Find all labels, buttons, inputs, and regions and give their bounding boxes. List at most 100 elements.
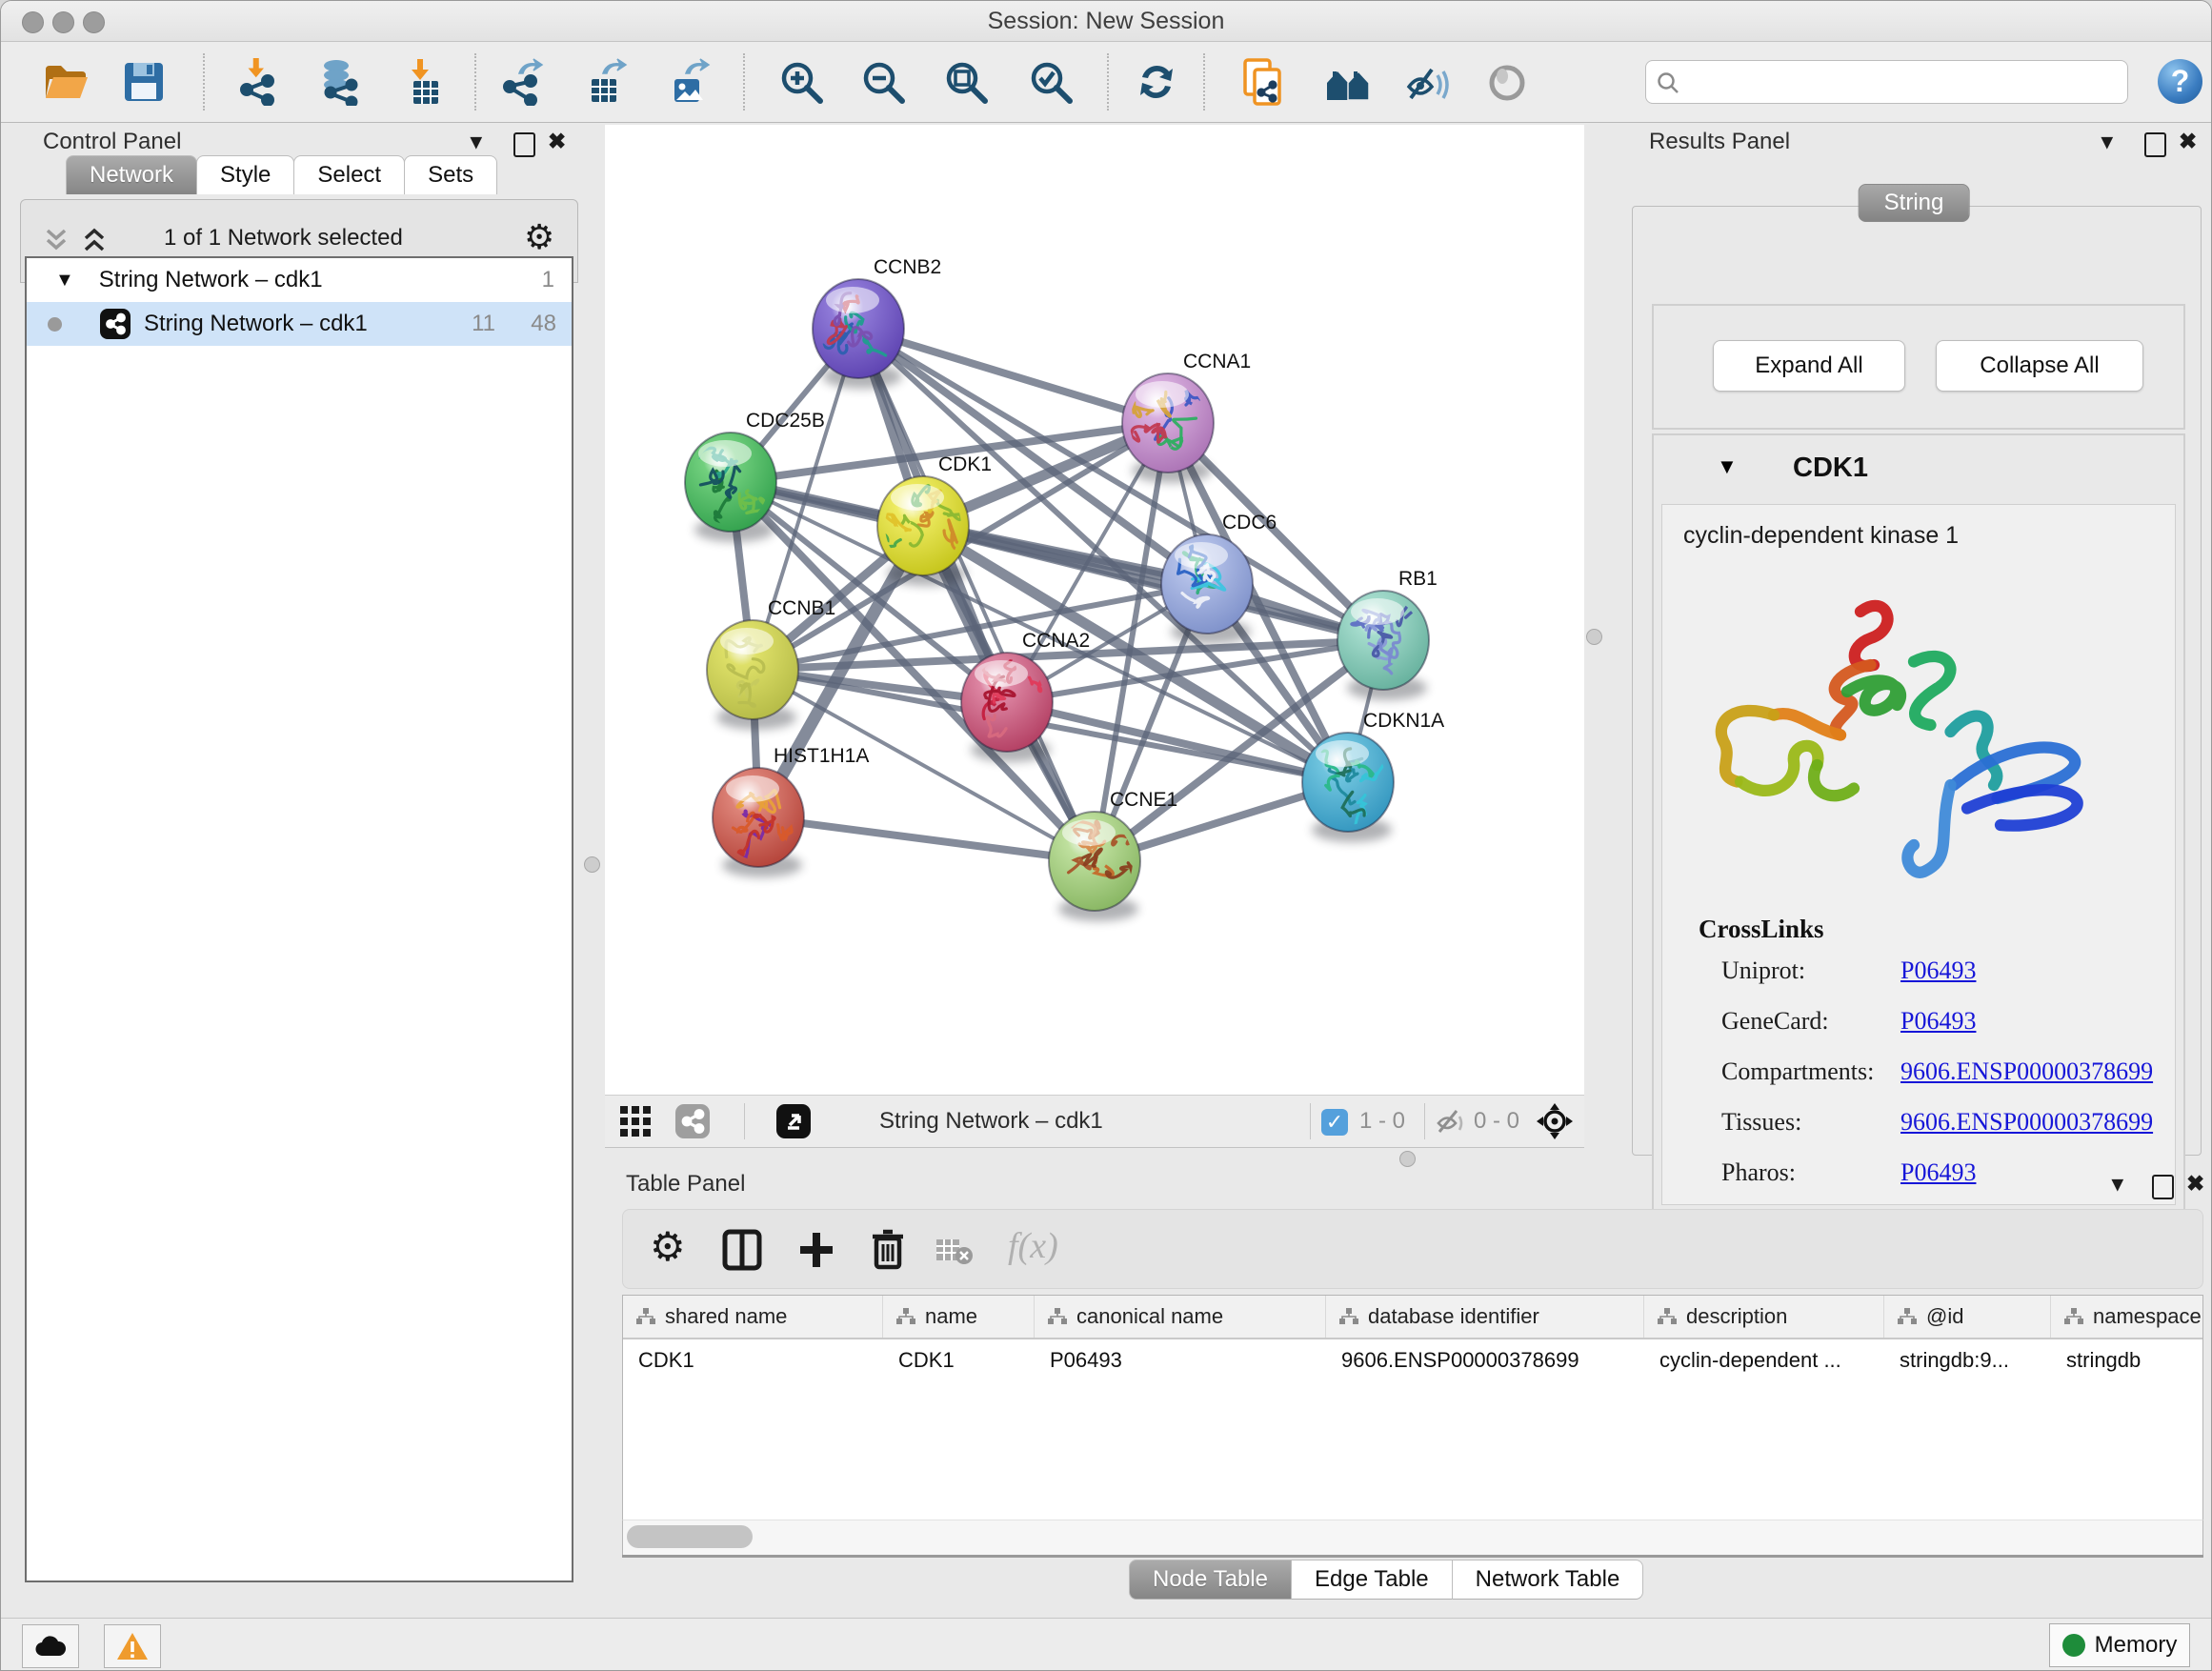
- table-settings-gear-icon[interactable]: ⚙: [650, 1223, 686, 1270]
- toolbar-separator: [743, 53, 745, 111]
- control-panel-float-icon[interactable]: ▾: [471, 129, 482, 154]
- first-neighbors-icon[interactable]: [1324, 58, 1372, 106]
- add-column-icon[interactable]: [796, 1229, 836, 1271]
- cell-namespace[interactable]: stringdb: [2051, 1339, 2203, 1381]
- collapse-all-button[interactable]: Collapse All: [1936, 340, 2143, 392]
- tab-style[interactable]: Style: [196, 155, 294, 194]
- toolbar-separator: [1107, 53, 1109, 111]
- results-panel-maximize-icon[interactable]: [2144, 132, 2166, 157]
- results-panel-float-icon[interactable]: ▾: [2101, 129, 2113, 154]
- refresh-view-icon[interactable]: [1133, 58, 1180, 106]
- expand-all-chevron-icon[interactable]: [80, 227, 109, 255]
- zoom-selected-icon[interactable]: [1027, 58, 1075, 106]
- crosslink-row: GeneCard:P06493: [1721, 1007, 2163, 1039]
- zoom-in-icon[interactable]: [777, 58, 825, 106]
- network-row[interactable]: String Network – cdk1 11 48: [27, 302, 572, 346]
- selection-status: 1 of 1 Network selected: [164, 225, 403, 252]
- network-node-RB1[interactable]: RB1: [1337, 568, 1438, 690]
- network-node-CCNB2[interactable]: CCNB2: [813, 256, 941, 378]
- help-icon[interactable]: ?: [2158, 59, 2202, 104]
- export-image-icon[interactable]: [667, 58, 714, 106]
- network-node-HIST1H1A[interactable]: HIST1H1A: [713, 745, 869, 867]
- table-horizontal-scrollbar[interactable]: [622, 1520, 2203, 1556]
- control-panel-maximize-icon[interactable]: [513, 132, 535, 157]
- column-header-sharedname[interactable]: shared name: [623, 1296, 883, 1338]
- network-node-CCNA1[interactable]: CCNA1: [1122, 351, 1251, 473]
- control-panel-tabs: NetworkStyleSelectSets: [66, 155, 496, 194]
- network-tree: ▼ String Network – cdk1 1 String Network…: [25, 256, 573, 1582]
- tab-string[interactable]: String: [1859, 184, 1970, 222]
- cell-canonicalname[interactable]: P06493: [1035, 1339, 1326, 1381]
- node-label: CCNA1: [1183, 351, 1251, 372]
- import-table-icon[interactable]: [402, 58, 450, 106]
- control-panel-close-icon[interactable]: ✖: [548, 129, 566, 154]
- table-panel-maximize-icon[interactable]: [2152, 1175, 2174, 1199]
- column-header-name[interactable]: name: [883, 1296, 1035, 1338]
- tab-node-table[interactable]: Node Table: [1129, 1560, 1292, 1600]
- birds-eye-icon[interactable]: [1535, 1101, 1575, 1141]
- column-header-databaseidentifier[interactable]: database identifier: [1326, 1296, 1644, 1338]
- results-panel-title: Results Panel: [1649, 129, 1790, 155]
- tab-select[interactable]: Select: [293, 155, 405, 194]
- delete-column-icon[interactable]: [869, 1227, 907, 1271]
- gene-description: cyclin-dependent kinase 1: [1683, 522, 1959, 550]
- network-collection-row[interactable]: ▼ String Network – cdk1 1: [27, 258, 572, 302]
- network-status-dot-icon: [48, 317, 62, 332]
- column-header-namespace[interactable]: namespace: [2051, 1296, 2203, 1338]
- zoom-fit-icon[interactable]: [942, 58, 990, 106]
- crosslink-link[interactable]: P06493: [1900, 956, 1976, 985]
- tab-sets[interactable]: Sets: [404, 155, 497, 194]
- tree-expander-icon[interactable]: ▼: [55, 270, 74, 292]
- selected-count: 1 - 0: [1359, 1108, 1405, 1135]
- clone-network-icon[interactable]: [1239, 58, 1287, 106]
- table-panel-close-icon[interactable]: ✖: [2186, 1171, 2204, 1197]
- cell-id[interactable]: stringdb:9...: [1884, 1339, 2051, 1381]
- section-expander-icon[interactable]: ▼: [1717, 454, 1738, 479]
- search-input[interactable]: [1688, 65, 2121, 99]
- left-splitter-handle[interactable]: [584, 856, 600, 873]
- cloud-status-button[interactable]: [22, 1624, 79, 1668]
- table-row[interactable]: CDK1CDK1P064939606.ENSP00000378699cyclin…: [623, 1339, 2202, 1381]
- scrollbar-thumb[interactable]: [627, 1525, 753, 1548]
- import-network-file-icon[interactable]: [235, 58, 283, 106]
- cell-name[interactable]: CDK1: [883, 1339, 1035, 1381]
- selected-checkbox-icon[interactable]: ✓: [1321, 1109, 1348, 1136]
- table-panel-float-icon[interactable]: ▾: [2112, 1171, 2123, 1197]
- tab-edge-table[interactable]: Edge Table: [1291, 1560, 1453, 1600]
- collapse-all-chevron-icon[interactable]: [42, 227, 70, 255]
- gene-section-header[interactable]: ▼ CDK1: [1654, 435, 2183, 504]
- column-header-canonicalname[interactable]: canonical name: [1035, 1296, 1326, 1338]
- expand-all-button[interactable]: Expand All: [1713, 340, 1905, 392]
- crosslink-link[interactable]: P06493: [1900, 1007, 1976, 1036]
- cell-databaseidentifier[interactable]: 9606.ENSP00000378699: [1326, 1339, 1644, 1381]
- tab-network-table[interactable]: Network Table: [1452, 1560, 1644, 1600]
- zoom-out-icon[interactable]: [859, 58, 907, 106]
- open-session-icon[interactable]: [42, 58, 90, 106]
- network-canvas[interactable]: CCNB2CCNA1CDC25BCDK1CDC6RB1CCNB1CCNA2CDK…: [605, 125, 1584, 1095]
- save-session-icon[interactable]: [120, 58, 168, 106]
- show-columns-icon[interactable]: [722, 1229, 762, 1271]
- detach-view-icon[interactable]: [776, 1104, 811, 1138]
- crosslinks-title: CrossLinks: [1699, 915, 1824, 944]
- crosslink-link[interactable]: 9606.ENSP00000378699: [1900, 1108, 2153, 1137]
- grid-view-icon[interactable]: [620, 1106, 653, 1137]
- tab-network[interactable]: Network: [66, 155, 197, 194]
- node-label: CDK1: [938, 453, 992, 475]
- cell-sharedname[interactable]: CDK1: [623, 1339, 883, 1381]
- gear-icon[interactable]: ⚙: [524, 217, 554, 257]
- column-header-id[interactable]: @id: [1884, 1296, 2051, 1338]
- network-view-type-icon[interactable]: [675, 1104, 710, 1138]
- memory-button[interactable]: Memory: [2049, 1623, 2190, 1667]
- node-label: CDKN1A: [1363, 710, 1444, 732]
- crosslink-link[interactable]: 9606.ENSP00000378699: [1900, 1057, 2153, 1086]
- right-splitter-handle[interactable]: [1586, 629, 1602, 645]
- column-header-description[interactable]: description: [1644, 1296, 1884, 1338]
- export-table-icon[interactable]: [584, 58, 632, 106]
- warning-status-button[interactable]: [104, 1624, 161, 1668]
- show-all-icon[interactable]: [1483, 58, 1531, 106]
- results-panel-close-icon[interactable]: ✖: [2179, 129, 2197, 154]
- cell-description[interactable]: cyclin-dependent ...: [1644, 1339, 1884, 1381]
- import-network-database-icon[interactable]: [315, 58, 363, 106]
- hide-selected-icon[interactable]: [1403, 58, 1451, 106]
- export-network-icon[interactable]: [500, 58, 548, 106]
